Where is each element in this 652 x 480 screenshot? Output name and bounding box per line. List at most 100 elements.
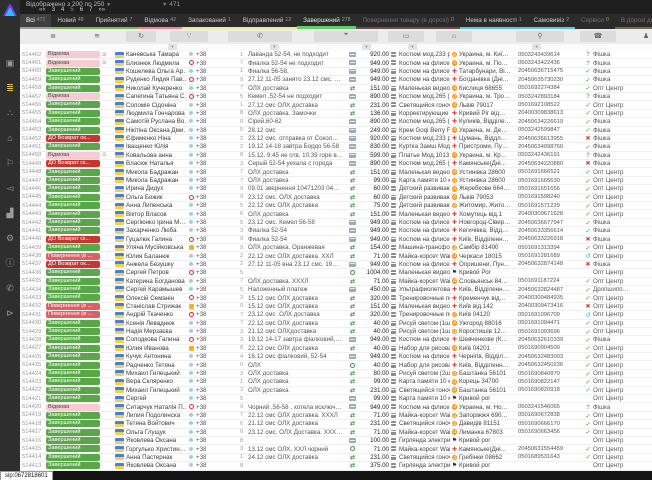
table-row[interactable]: 514456ЗавершенийСоломія Сідоніна❄+38127.… — [20, 101, 652, 109]
phone-number[interactable]: +38 — [196, 404, 240, 411]
status-badge[interactable]: Повернення (в ... — [46, 311, 100, 318]
phone-number[interactable]: +38 — [196, 454, 240, 461]
status-badge[interactable]: Завершений — [46, 127, 100, 134]
tab-Новий[interactable]: Новий48 — [51, 14, 89, 29]
status-badge[interactable]: ДО Возврат ок... — [46, 261, 100, 268]
phone-number[interactable]: +38 — [196, 353, 240, 360]
table-row[interactable]: 514431Повернення (в ...Андрій Ткаченко+3… — [20, 311, 652, 319]
campaigns-icon[interactable]: ◅ — [0, 180, 20, 196]
status-badge[interactable]: Завершений — [46, 370, 100, 377]
status-badge[interactable]: Завершений — [46, 85, 100, 92]
status-badge[interactable]: Завершений — [46, 177, 100, 184]
tab-Повернення товару (в дорозі)[interactable]: Повернення товару (в дорозі)0 — [356, 14, 459, 29]
status-badge[interactable]: Завершений — [46, 294, 100, 301]
clients-icon[interactable]: ∴ — [0, 105, 20, 121]
phone-number[interactable]: +38 — [196, 320, 240, 327]
status-badge[interactable]: Завершений — [46, 286, 100, 293]
phone-number[interactable]: +38 — [196, 227, 240, 234]
table-row[interactable]: 514451ЗавершенийІващенко Юлія❄+38219.12 … — [20, 143, 652, 151]
status-badge[interactable]: Завершений — [46, 445, 100, 452]
table-row[interactable]: 514440ДО Возврат ск...Гуцалюк Галина+389… — [20, 236, 652, 244]
table-row[interactable]: 514425ЗавершенийРадченко Тетяна❄+380ОЛХ4… — [20, 361, 652, 369]
warehouse-icon[interactable]: ⌂ — [0, 130, 20, 146]
phone-number[interactable]: +38 — [196, 152, 240, 159]
row-id-column-icon[interactable]: ≣ — [46, 31, 60, 42]
table-row[interactable]: 514454ЗавершенийСамотій Руслана Во…❄+380… — [20, 118, 652, 126]
source-refresh-column-icon[interactable]: ↻ — [126, 31, 156, 42]
status-badge[interactable]: Завершений — [46, 412, 100, 419]
phone-number[interactable]: +38 — [196, 110, 240, 117]
status-badge[interactable]: Відмова — [46, 404, 100, 411]
table-row[interactable]: 514424ЗавершенийМихаил Гилецький❄+383ОЛХ… — [20, 370, 652, 378]
product-column-icon[interactable]: ⌂ — [436, 31, 472, 42]
status-badge[interactable]: Завершений — [46, 101, 100, 108]
filter-caret-icon[interactable]: ▼ — [270, 44, 279, 50]
table-row[interactable]: 514458ЗавершенийНиколай Кучеренко❄+387ОЛ… — [20, 85, 652, 93]
status-badge[interactable]: Завершений — [46, 336, 100, 343]
status-badge[interactable]: Завершений — [46, 278, 100, 285]
phone-number[interactable]: +38 — [196, 85, 240, 92]
table-row[interactable]: 514459ЗавершенийРуденко Лидия Пав…+38927… — [20, 76, 652, 84]
table-row[interactable]: 514419ЗавершенийЛилия Подолинска❄+38722.… — [20, 412, 652, 420]
table-row[interactable]: 514417ЗавершенийОльга Глущук❄+38023.12 с… — [20, 429, 652, 437]
status-badge[interactable]: Повернення (в ... — [46, 303, 100, 310]
phone-number[interactable]: +38 — [196, 202, 240, 209]
phone-number[interactable]: +38 — [196, 395, 240, 402]
phone-number[interactable]: +38 — [196, 261, 240, 268]
phone-number[interactable]: +38 — [196, 68, 240, 75]
status-badge[interactable]: Відмова — [46, 93, 100, 100]
pagination-prev-button[interactable]: «« — [36, 7, 49, 14]
status-badge[interactable]: Повернення (в ... — [46, 253, 100, 260]
tab-Запакований[interactable]: Запакований1 — [182, 14, 237, 29]
tab-Прийнятий[interactable]: Прийнятий7 — [90, 14, 139, 29]
status-badge[interactable]: Завершений — [46, 362, 100, 369]
table-row[interactable]: 514448ЗавершенийМикола Бадражан❄+387ОЛХ … — [20, 168, 652, 176]
phone-number[interactable]: +38 — [196, 378, 240, 385]
status-badge[interactable]: Завершений — [46, 320, 100, 327]
pagination-page-3[interactable]: 3 — [49, 7, 58, 14]
phone-number[interactable]: +38 — [196, 76, 240, 83]
comment-column-icon[interactable]: ❞ — [314, 31, 378, 42]
table-row[interactable]: 514416ЗавершенийЯковлева Оксана❄+388100.… — [20, 437, 652, 445]
phone-number[interactable]: +38 — [196, 211, 240, 218]
phone-number[interactable]: +38 — [196, 102, 240, 109]
status-badge[interactable]: Завершений — [46, 110, 100, 117]
status-badge[interactable]: Завершений — [46, 454, 100, 461]
phone-number[interactable]: +38 — [196, 269, 240, 276]
dashboard-icon[interactable]: ▣ — [0, 55, 20, 71]
phone-number[interactable]: +38 — [196, 362, 240, 369]
tab-Самовивіз[interactable]: Самовивіз2 — [528, 14, 575, 29]
table-row[interactable]: 514415ЗавершенийГоргулько Христин…❄+3831… — [20, 445, 652, 453]
table-row[interactable]: 514435ЗавершенийКатерина Богданова❄+387О… — [20, 278, 652, 286]
phone-number[interactable]: +38 — [196, 420, 240, 427]
settings-sliders-icon[interactable]: ⚙ — [0, 230, 20, 246]
table-row[interactable]: 514421ЗавершенийСергей❄+38599.00Карта па… — [20, 395, 652, 403]
table-row[interactable]: 514437ДО Возврат ок...Анжела Безушку❄+38… — [20, 261, 652, 269]
status-badge[interactable]: Завершений — [46, 353, 100, 360]
table-row[interactable]: 514432Повернення (в ...Станіслав Стрижак… — [20, 303, 652, 311]
table-row[interactable]: 514414ЗавершенийАнна Пастернак❄+38124.12… — [20, 454, 652, 462]
delivery-phone-column-icon[interactable]: ☎ — [580, 31, 616, 42]
status-badge[interactable]: Завершений — [46, 462, 100, 469]
pagination-page-7[interactable]: 7 — [86, 7, 95, 14]
table-row[interactable]: 514427ЗавершенийЮлия Иванова+38822.12 см… — [20, 345, 652, 353]
phone-number[interactable]: +38 — [196, 345, 240, 352]
phone-number[interactable]: +38 — [196, 169, 240, 176]
status-badge[interactable]: Завершений — [46, 68, 100, 75]
phone-number[interactable]: +38 — [196, 185, 240, 192]
phone-number[interactable]: +38 — [196, 370, 240, 377]
table-row[interactable]: 514462Відмова⊙Каневська Тамара❄+381Лаван… — [20, 51, 652, 59]
tab-В дорозі додому[interactable]: В дорозі додому0 — [615, 14, 652, 29]
phone-number[interactable]: +38 — [196, 295, 240, 302]
address-column-icon[interactable]: ⚲ — [516, 31, 564, 42]
status-badge[interactable]: Завершений — [46, 420, 100, 427]
status-badge[interactable]: Завершений — [46, 387, 100, 394]
phone-number[interactable]: +38 — [196, 135, 240, 142]
table-row[interactable]: 514452ДО Возврат ок...Єфименко Ніна❄+382… — [20, 135, 652, 143]
table-row[interactable]: 514420ВідмоваСитарчук Наталія П…+389Чорн… — [20, 403, 652, 411]
tab-Відправлений[interactable]: Відправлений12 — [237, 14, 297, 29]
info-icon[interactable]: ⓘ — [0, 255, 20, 271]
status-badge[interactable]: ДО Возврат ск... — [46, 236, 100, 243]
table-row[interactable]: 514455ЗавершенийЛюдмила Гончарова❄+388ОЛ… — [20, 110, 652, 118]
orders-icon[interactable]: ≣ — [0, 80, 20, 96]
